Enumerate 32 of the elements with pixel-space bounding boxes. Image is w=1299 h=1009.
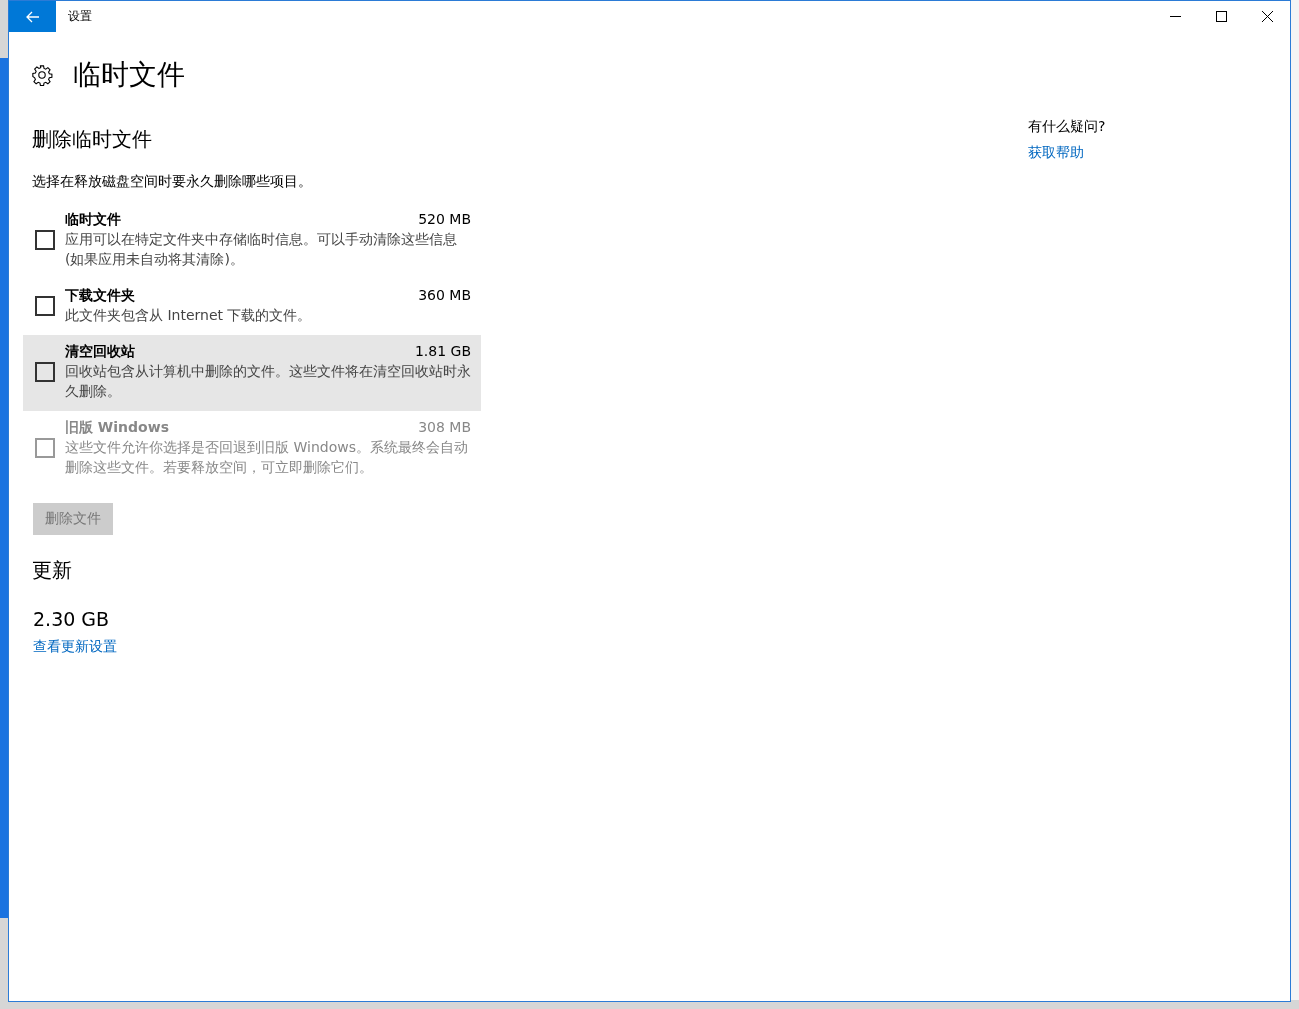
option-title: 旧版 Windows [65,419,169,437]
back-button[interactable] [9,1,56,32]
option-description: 此文件夹包含从 Internet 下载的文件。 [65,306,313,325]
help-question: 有什么疑问? [1028,118,1106,136]
checkbox[interactable] [35,362,55,382]
size-text: 308 MB [418,419,471,437]
option-row[interactable]: 下载文件夹 360 MB 此文件夹包含从 Internet 下载的文件。 [23,279,481,335]
update-settings-link[interactable]: 查看更新设置 [33,638,493,656]
option-description: 应用可以在特定文件夹中存储临时信息。可以手动清除这些信息(如果应用未自动将其清除)。 [65,230,458,269]
option-description: 这些文件允许你选择是否回退到旧版 Windows。系统最终会自动删除这些文件。若要释放空间，可立即删除它们。 [65,438,469,477]
checkbox[interactable] [35,230,55,250]
section-heading: 删除临时文件 [32,126,153,153]
highlighted-row[interactable]: 清空回收站 1.81 GB 回收站包含从计算机中删除的文件。这些文件将在清空回收站时永久删除。 [23,335,481,411]
option-row[interactable]: 临时文件 520 MB 应用可以在特定文件夹中存储临时信息。可以手动清除这些信息(如果应用未自动将其清除)。 [23,203,481,279]
maximize-icon [1215,11,1227,22]
option-title: 下载文件夹 [65,287,135,305]
checkbox[interactable] [35,296,55,316]
size-text: 1.81 GB [414,343,471,361]
back-arrow-icon [25,10,40,23]
option-description: 回收站包含从计算机中删除的文件。这些文件将在清空回收站时永久删除。 [65,362,471,401]
size-text: 520 MB [418,211,471,229]
settings-icon [31,64,53,86]
close-icon [1261,11,1273,22]
page-title: 临时文件 [73,57,185,93]
window-title: 设置 [68,8,93,25]
option-title: 清空回收站 [65,343,135,361]
section-heading: 更新 [32,557,73,584]
size-text: 2.30 GB [33,608,111,630]
instruction-text: 选择在释放磁盘空间时要永久删除哪些项目。 [32,173,313,191]
get-help-link[interactable]: 获取帮助 [1028,144,1106,162]
size-text: 360 MB [418,287,471,305]
option-title: 临时文件 [65,211,121,229]
